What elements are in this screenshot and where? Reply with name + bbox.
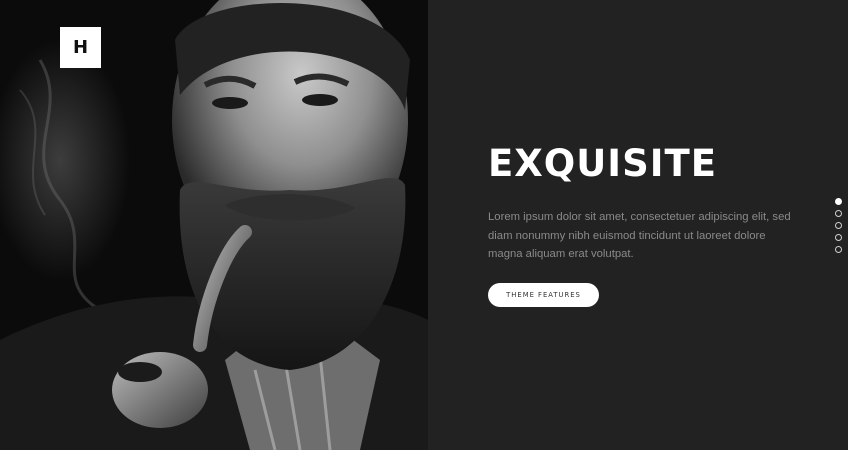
slider-dot-3[interactable] [835,222,842,229]
slider-dot-4[interactable] [835,234,842,241]
slide-headline: EXQUISITE [488,142,717,185]
logo-button[interactable]: H [60,27,101,68]
slider-dot-2[interactable] [835,210,842,217]
slider-dot-1[interactable] [835,198,842,205]
slider-dot-5[interactable] [835,246,842,253]
slide-description: Lorem ipsum dolor sit amet, consectetuer… [488,211,791,260]
content-panel: EXQUISITE Lorem ipsum dolor sit amet, co… [428,0,848,450]
theme-features-button[interactable]: THEME FEATURES [488,283,599,307]
slider-pagination [835,198,843,258]
